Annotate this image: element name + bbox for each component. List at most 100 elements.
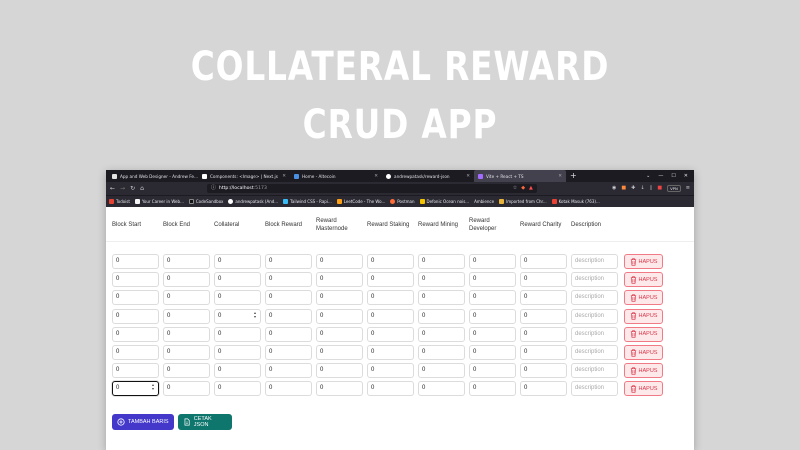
cell-input-reward-masternode[interactable]: 0 <box>316 272 363 288</box>
cell-input-reward-charity[interactable]: 0 <box>520 345 567 360</box>
rewards-icon[interactable]: ▲ <box>529 186 533 191</box>
cell-input-block-start[interactable]: 0 <box>112 272 159 288</box>
bookmark-item[interactable]: Your Career in Web... <box>134 199 184 204</box>
bookmark-item[interactable]: Kotak Masuk (763)... <box>551 199 600 204</box>
description-input[interactable]: description <box>571 363 618 379</box>
cell-input-block-end[interactable]: 0 <box>163 363 210 379</box>
delete-row-button[interactable]: HAPUS <box>624 308 663 324</box>
delete-row-button[interactable]: HAPUS <box>624 290 663 306</box>
spinner-icon[interactable]: ▴ ▾ <box>254 310 256 319</box>
tab-list-icon[interactable]: ⌄ <box>646 173 650 179</box>
cell-input-reward-developer[interactable]: 0 <box>469 363 516 379</box>
browser-tab[interactable]: Home - Altecoin ✕ <box>290 170 382 182</box>
close-window-icon[interactable]: ✕ <box>684 173 688 179</box>
extension-icon[interactable]: ■ <box>621 186 626 191</box>
cell-input-block-end[interactable]: 0 <box>163 290 210 306</box>
back-icon[interactable]: ← <box>110 185 115 192</box>
vpn-button[interactable]: VPN <box>667 185 681 192</box>
cell-input-block-reward[interactable]: 0 <box>265 326 312 342</box>
cell-input-reward-staking[interactable]: 0 <box>367 272 414 288</box>
delete-row-button[interactable]: HAPUS <box>624 345 663 360</box>
cell-input-block-end[interactable]: 0 <box>163 326 210 342</box>
cell-input-reward-mining[interactable]: 0 <box>418 290 465 306</box>
close-tab-icon[interactable]: ✕ <box>466 174 470 179</box>
wallet-icon[interactable]: ◉ <box>612 186 616 191</box>
cell-input-reward-masternode[interactable]: 0 <box>316 290 363 306</box>
cell-input-block-reward[interactable]: 0 <box>265 345 312 360</box>
notification-icon[interactable]: ■ <box>657 186 662 191</box>
cell-input-reward-masternode[interactable]: 0 <box>316 345 363 360</box>
cell-input-reward-mining[interactable]: 0 <box>418 254 465 269</box>
description-input[interactable]: description <box>571 290 618 306</box>
close-tab-icon[interactable]: ✕ <box>282 174 286 179</box>
downloads-icon[interactable]: ↓ <box>640 186 644 191</box>
description-input[interactable]: description <box>571 254 618 269</box>
cell-input-reward-staking[interactable]: 0 <box>367 381 414 397</box>
cell-input-block-end[interactable]: 0 <box>163 345 210 360</box>
cell-input-reward-developer[interactable]: 0 <box>469 272 516 288</box>
bookmark-item[interactable]: Todoist <box>109 199 130 204</box>
bookmark-star-icon[interactable]: ☆ <box>513 186 517 191</box>
cell-input-reward-staking[interactable]: 0 <box>367 363 414 379</box>
delete-row-button[interactable]: HAPUS <box>624 272 663 288</box>
cell-input-reward-mining[interactable]: 0 <box>418 363 465 379</box>
bookmark-folder[interactable]: Imported from Chr... <box>499 199 547 204</box>
cell-input-reward-mining[interactable]: 0 <box>418 308 465 324</box>
cell-input-block-end[interactable]: 0 <box>163 381 210 397</box>
cell-input-block-reward[interactable]: 0 <box>265 381 312 397</box>
cell-input-reward-masternode[interactable]: 0 <box>316 326 363 342</box>
cell-input-block-end[interactable]: 0 <box>163 254 210 269</box>
delete-row-button[interactable]: HAPUS <box>624 326 663 342</box>
cell-input-collateral[interactable]: 0 <box>214 345 261 360</box>
sidebar-icon[interactable]: ▯ <box>650 186 653 191</box>
cell-input-reward-staking[interactable]: 0 <box>367 345 414 360</box>
description-input[interactable]: description <box>571 272 618 288</box>
cell-input-collateral[interactable]: 0 <box>214 254 261 269</box>
cell-input-collateral[interactable]: 0 <box>214 381 261 397</box>
cell-input-reward-developer[interactable]: 0 <box>469 381 516 397</box>
cell-input-block-start[interactable]: 0 <box>112 345 159 360</box>
cell-input-reward-charity[interactable]: 0 <box>520 363 567 379</box>
cell-input-collateral[interactable]: 0 <box>214 326 261 342</box>
description-input[interactable]: description <box>571 326 618 342</box>
bookmark-item[interactable]: andrewpatask (And... <box>228 199 278 204</box>
cell-input-reward-charity[interactable]: 0 <box>520 290 567 306</box>
cell-input-block-start[interactable]: 0 <box>112 363 159 379</box>
cell-input-collateral[interactable]: 0 <box>214 363 261 379</box>
delete-row-button[interactable]: HAPUS <box>624 254 663 269</box>
brave-shield-icon[interactable]: ◆ <box>521 186 525 191</box>
maximize-icon[interactable]: ☐ <box>671 173 675 179</box>
browser-tab[interactable]: App and Web Designer - Andrew Fe... ✕ <box>108 170 198 182</box>
bookmark-item[interactable]: Ambience <box>474 199 494 204</box>
url-bar[interactable]: ⓘ http://localhost:5173 ☆ ◆ ▲ <box>206 184 537 193</box>
cell-input-reward-mining[interactable]: 0 <box>418 381 465 397</box>
bookmark-item[interactable]: LeetCode - The Wo... <box>336 199 385 204</box>
cell-input-block-start[interactable]: 0 <box>112 326 159 342</box>
add-row-button[interactable]: TAMBAH BARIS <box>112 414 174 430</box>
home-icon[interactable]: ⌂ <box>140 185 144 192</box>
cell-input-reward-masternode[interactable]: 0 <box>316 254 363 269</box>
browser-tab[interactable]: andrewpatask/reward-json ✕ <box>382 170 474 182</box>
cell-input-reward-developer[interactable]: 0 <box>469 326 516 342</box>
forward-icon[interactable]: → <box>120 185 125 192</box>
cell-input-reward-mining[interactable]: 0 <box>418 272 465 288</box>
cell-input-collateral[interactable]: 0 <box>214 290 261 306</box>
cell-input-block-end[interactable]: 0 <box>163 308 210 324</box>
description-input[interactable]: description <box>571 345 618 360</box>
browser-tab-active[interactable]: Vite + React + TS ✕ <box>474 170 566 182</box>
spinner-icon[interactable]: ▴ ▾ <box>152 383 154 391</box>
delete-row-button[interactable]: HAPUS <box>624 363 663 379</box>
cell-input-block-reward[interactable]: 0 <box>265 254 312 269</box>
delete-row-button[interactable]: HAPUS <box>624 381 663 397</box>
cell-input-reward-developer[interactable]: 0 <box>469 254 516 269</box>
cell-input-reward-charity[interactable]: 0 <box>520 254 567 269</box>
cell-input-reward-developer[interactable]: 0 <box>469 308 516 324</box>
cell-input-reward-staking[interactable]: 0 <box>367 326 414 342</box>
close-tab-icon[interactable]: ✕ <box>374 174 378 179</box>
bookmark-item[interactable]: CodeSandbox <box>188 199 223 204</box>
cell-input-reward-developer[interactable]: 0 <box>469 290 516 306</box>
minimize-icon[interactable]: — <box>658 173 663 179</box>
cell-input-block-end[interactable]: 0 <box>163 272 210 288</box>
cell-input-reward-charity[interactable]: 0 <box>520 308 567 324</box>
cell-input-reward-mining[interactable]: 0 <box>418 345 465 360</box>
